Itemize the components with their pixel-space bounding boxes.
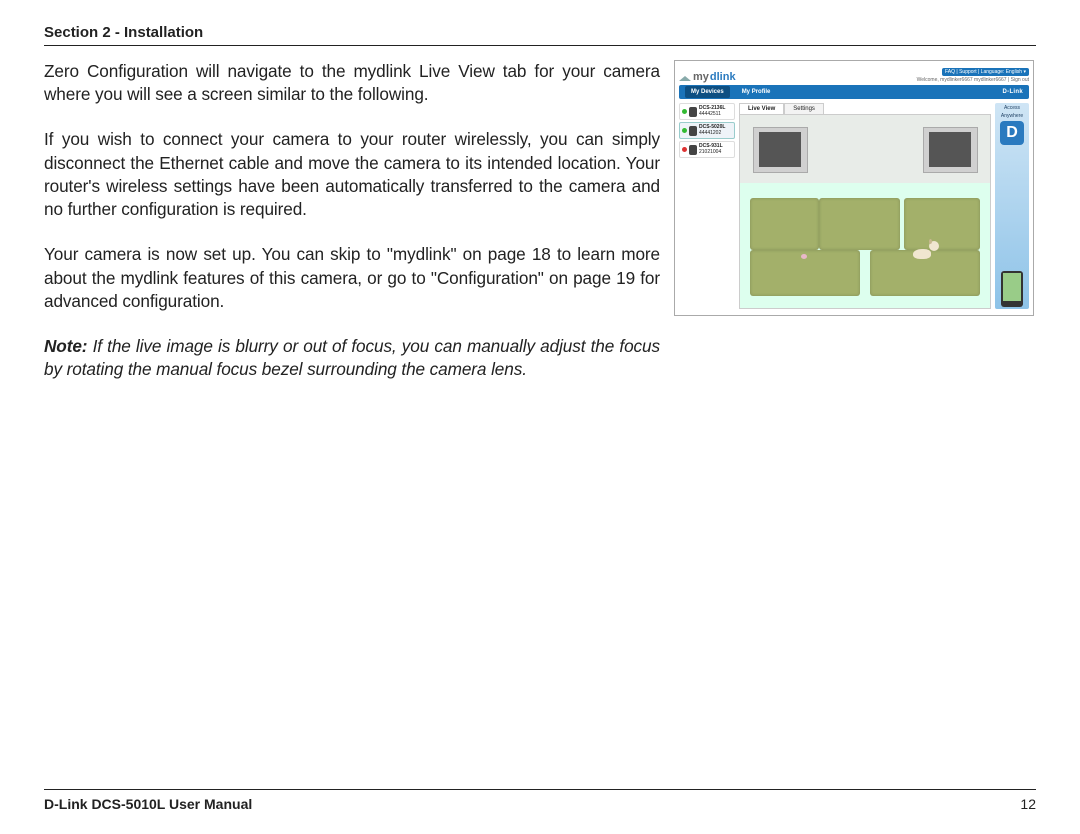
status-dot-icon bbox=[682, 109, 687, 114]
topbar-right: FAQ | Support | Language: English ▾ Welc… bbox=[917, 68, 1029, 83]
nav-bar: My Devices My Profile D-Link bbox=[679, 85, 1029, 99]
phone-icon bbox=[1001, 271, 1023, 307]
logo-my: my bbox=[693, 71, 709, 83]
camera-icon bbox=[689, 126, 697, 136]
section-header: Section 2 - Installation bbox=[44, 24, 1036, 46]
page-footer: D-Link DCS-5010L User Manual 12 bbox=[44, 789, 1036, 812]
device-item[interactable]: DCS-2136L44442511 bbox=[679, 103, 735, 120]
picture-frame-icon bbox=[923, 127, 978, 173]
content-row: Zero Configuration will navigate to the … bbox=[44, 60, 1036, 403]
screenshot-column: mydlink FAQ | Support | Language: Englis… bbox=[674, 60, 1036, 403]
paragraph-2: If you wish to connect your camera to yo… bbox=[44, 128, 660, 221]
screenshot-main: DCS-2136L44442511 DCS-5020L44441202 DCS-… bbox=[675, 99, 1033, 313]
faq-links[interactable]: FAQ | Support | Language: English ▾ bbox=[942, 68, 1029, 76]
footer-page-number: 12 bbox=[1020, 796, 1036, 812]
device-label: DCS-5020L44441202 bbox=[699, 125, 725, 136]
text-column: Zero Configuration will navigate to the … bbox=[44, 60, 660, 403]
logo-dlink: dlink bbox=[710, 71, 736, 83]
nav-my-devices[interactable]: My Devices bbox=[685, 86, 730, 98]
paragraph-1: Zero Configuration will navigate to the … bbox=[44, 60, 660, 106]
paragraph-3: Your camera is now set up. You can skip … bbox=[44, 243, 660, 313]
tab-live-view[interactable]: Live View bbox=[739, 103, 784, 114]
footer-title: D-Link DCS-5010L User Manual bbox=[44, 796, 252, 812]
device-item[interactable]: DCS-931L21021004 bbox=[679, 141, 735, 158]
nav-brand: D-Link bbox=[1003, 89, 1023, 95]
ad-line1: Access bbox=[1004, 105, 1020, 111]
live-area: Live View Settings bbox=[739, 103, 991, 309]
ad-line2: Anywhere bbox=[1001, 113, 1023, 119]
dog-icon bbox=[913, 241, 939, 259]
house-roof-icon bbox=[679, 76, 691, 81]
device-list: DCS-2136L44442511 DCS-5020L44441202 DCS-… bbox=[679, 103, 735, 309]
tab-settings[interactable]: Settings bbox=[784, 103, 824, 114]
d-badge-icon: D bbox=[1000, 121, 1024, 145]
device-label: DCS-931L21021004 bbox=[699, 144, 723, 155]
mydlink-logo: mydlink bbox=[679, 71, 736, 83]
screenshot-topbar: mydlink FAQ | Support | Language: Englis… bbox=[675, 61, 1033, 83]
camera-icon bbox=[689, 107, 697, 117]
camera-feed bbox=[739, 114, 991, 309]
nav-my-profile[interactable]: My Profile bbox=[742, 89, 771, 95]
status-dot-icon bbox=[682, 147, 687, 152]
device-item-selected[interactable]: DCS-5020L44441202 bbox=[679, 122, 735, 139]
note-body: If the live image is blurry or out of fo… bbox=[44, 336, 660, 379]
camera-icon bbox=[689, 145, 697, 155]
view-tabs: Live View Settings bbox=[739, 103, 991, 114]
status-dot-icon bbox=[682, 128, 687, 133]
welcome-text: Welcome, mydlinker6667 mydlinker6667 | S… bbox=[917, 77, 1029, 83]
note-paragraph: Note: If the live image is blurry or out… bbox=[44, 335, 660, 381]
sidebar-ad[interactable]: Access Anywhere D bbox=[995, 103, 1029, 309]
device-label: DCS-2136L44442511 bbox=[699, 106, 725, 117]
note-label: Note: bbox=[44, 336, 87, 356]
mydlink-screenshot: mydlink FAQ | Support | Language: Englis… bbox=[674, 60, 1034, 316]
feed-sofa bbox=[750, 181, 980, 297]
picture-frame-icon bbox=[753, 127, 808, 173]
